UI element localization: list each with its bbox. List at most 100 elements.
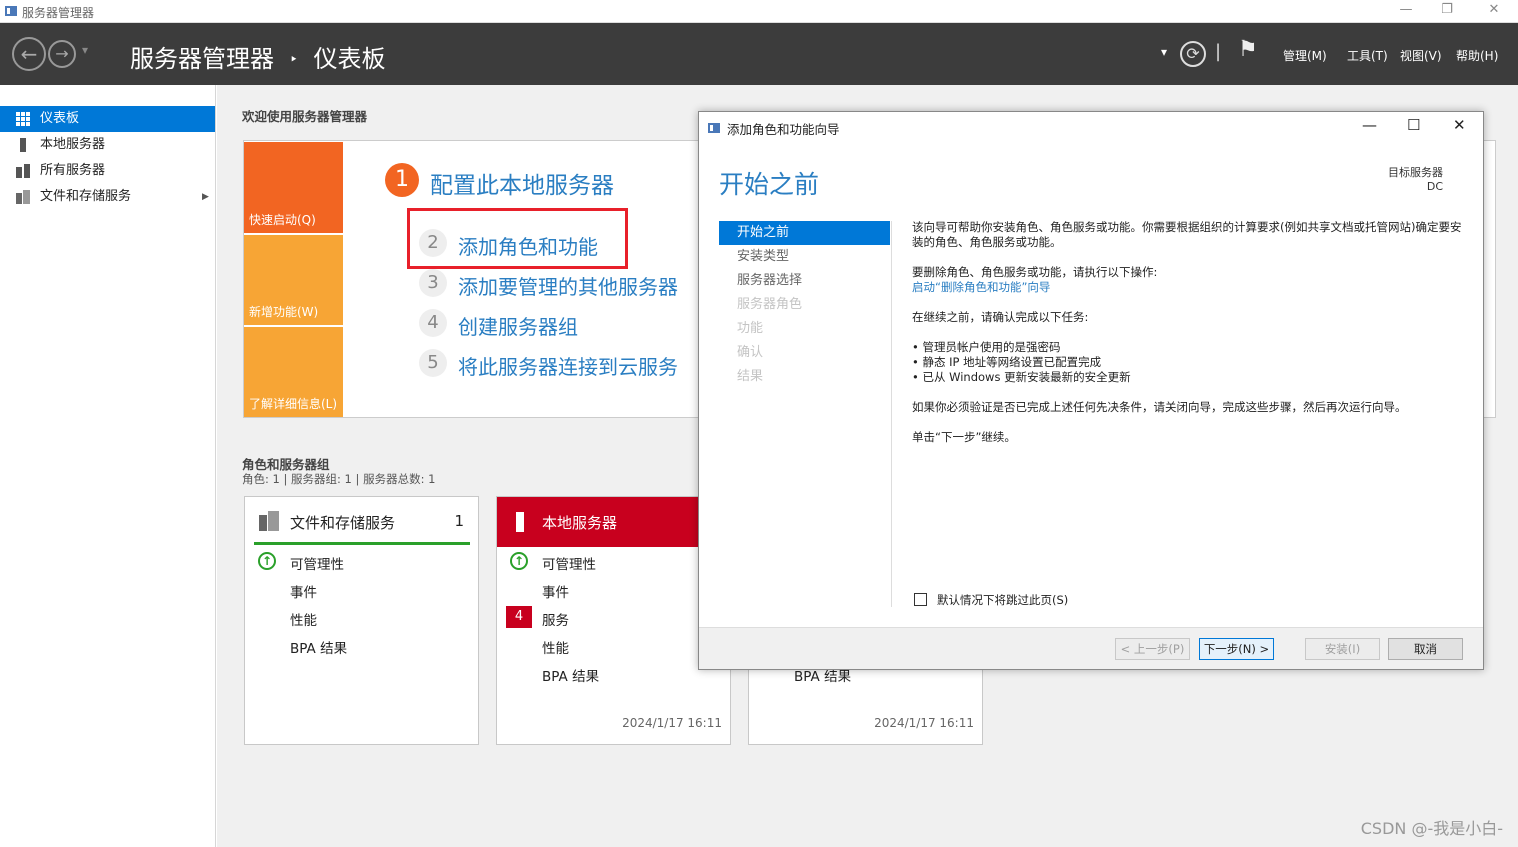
tile-row-performance[interactable]: 性能 — [542, 637, 569, 657]
flag-icon[interactable]: ⚑ — [1238, 37, 1258, 62]
sidebar-item-label: 本地服务器 — [40, 137, 106, 152]
menu-view[interactable]: 视图(V) — [1400, 47, 1442, 64]
skip-page-label[interactable]: 默认情况下将跳过此页(S) — [937, 592, 1068, 608]
breadcrumb-page: 仪表板 — [313, 45, 386, 73]
welcome-title: 欢迎使用服务器管理器 — [242, 109, 368, 124]
verify-text: 如果你必须验证是否已完成上述任何先决条件，请关闭向导，完成这些步骤，然后再次运行… — [912, 400, 1407, 414]
tile-row-performance[interactable]: 性能 — [290, 609, 317, 629]
tile-title: 本地服务器 — [542, 514, 618, 532]
file-storage-icon — [259, 511, 279, 531]
tile-row-bpa[interactable]: BPA 结果 — [542, 665, 599, 685]
file-storage-icon — [16, 190, 30, 204]
step-cloud-link[interactable]: 将此服务器连接到云服务 — [458, 351, 678, 380]
chevron-right-icon[interactable]: ▶ — [202, 184, 209, 210]
tile-local-server[interactable]: 本地服务器 ↑ 可管理性 事件 4 服务 性能 BPA 结果 2024/1/17… — [496, 496, 731, 745]
intro-text: 该向导可帮助你安装角色、角色服务或功能。你需要根据组织的计算要求(例如共享文档或… — [912, 220, 1462, 249]
next-button[interactable]: 下一步(N) > — [1199, 638, 1274, 660]
prereq-item: • 静态 IP 地址等网络设置已配置完成 — [912, 355, 1102, 369]
learn-more-tab[interactable]: 了解详细信息(L) — [244, 327, 343, 417]
sidebar-item-file-storage[interactable]: 文件和存储服务 ▶ — [0, 184, 215, 210]
tile-header[interactable]: 本地服务器 — [497, 497, 730, 547]
step-create-group-link[interactable]: 创建服务器组 — [458, 311, 578, 340]
wizard-nav-server-roles: 服务器角色 — [737, 297, 803, 312]
whats-new-tab[interactable]: 新增功能(W) — [244, 235, 343, 325]
continue-text: 单击“下一步”继续。 — [912, 430, 1016, 444]
header-separator: | — [1215, 41, 1222, 62]
server-icon — [20, 138, 26, 152]
previous-button[interactable]: < 上一步(P) — [1115, 638, 1190, 660]
minimize-button[interactable]: — — [1396, 2, 1416, 17]
wizard-icon — [708, 123, 720, 133]
step-1-number: 1 — [385, 163, 419, 197]
wizard-nav-installation-type[interactable]: 安装类型 — [719, 245, 890, 269]
back-button[interactable]: ← — [12, 37, 46, 71]
history-dropdown-icon[interactable]: ▾ — [82, 43, 88, 57]
remove-roles-link[interactable]: 启动“删除角色和功能”向导 — [912, 280, 1467, 295]
whats-new-label: 新增功能(W) — [249, 305, 319, 319]
forward-button[interactable]: → — [48, 40, 76, 68]
restore-button[interactable]: ❐ — [1437, 2, 1457, 17]
step-configure-link[interactable]: 配置此本地服务器 — [430, 166, 614, 200]
tile-row-events[interactable]: 事件 — [542, 581, 569, 601]
tile-timestamp: 2024/1/17 16:11 — [874, 716, 974, 730]
wizard-footer: < 上一步(P) 下一步(N) > 安装(I) 取消 — [699, 627, 1483, 669]
breadcrumb-root[interactable]: 服务器管理器 — [130, 45, 274, 73]
menu-help[interactable]: 帮助(H) — [1456, 47, 1498, 64]
menu-manage[interactable]: 管理(M) — [1283, 47, 1327, 64]
step-3-number: 3 — [419, 269, 447, 297]
tile-row-manageability[interactable]: 可管理性 — [542, 553, 596, 573]
breadcrumb-separator: ‣ — [289, 52, 298, 68]
wizard-nav-features: 功能 — [737, 321, 764, 336]
target-server-label: 目标服务器 — [1388, 166, 1443, 179]
tile-row-services[interactable]: 服务 — [542, 609, 569, 629]
prereq-item: • 管理员帐户使用的是强密码 — [912, 340, 1061, 354]
cancel-button[interactable]: 取消 — [1388, 638, 1463, 660]
dialog-title: 添加角色和功能向导 — [727, 122, 840, 137]
step-add-servers-link[interactable]: 添加要管理的其他服务器 — [458, 271, 678, 300]
dialog-minimize-button[interactable]: — — [1362, 116, 1377, 134]
sidebar-item-label: 仪表板 — [40, 111, 80, 126]
dashboard-icon — [16, 112, 30, 126]
quick-start-tab[interactable]: 快速启动(Q) — [244, 142, 343, 233]
sidebar-item-local-server[interactable]: 本地服务器 — [0, 132, 215, 158]
refresh-icon[interactable]: ⟳ — [1180, 41, 1206, 67]
add-roles-wizard-dialog: 添加角色和功能向导 — ☐ ✕ 开始之前 目标服务器 DC 开始之前 安装类型 … — [698, 111, 1484, 670]
menu-tools[interactable]: 工具(T) — [1347, 47, 1388, 64]
wizard-nav-server-selection[interactable]: 服务器选择 — [719, 269, 890, 293]
ok-arrow-icon: ↑ — [258, 552, 276, 570]
services-alert-badge: 4 — [506, 606, 532, 628]
step-2-number: 2 — [419, 229, 447, 257]
tile-row-bpa[interactable]: BPA 结果 — [290, 637, 347, 657]
server-icon — [516, 512, 524, 532]
tile-timestamp: 2024/1/17 16:11 — [622, 716, 722, 730]
sidebar-item-dashboard[interactable]: 仪表板 — [0, 106, 215, 132]
tile-header[interactable]: 文件和存储服务 1 — [245, 497, 478, 547]
tile-row-events[interactable]: 事件 — [290, 581, 317, 601]
ok-arrow-icon: ↑ — [510, 552, 528, 570]
tile-count: 1 — [454, 512, 464, 530]
dialog-maximize-button[interactable]: ☐ — [1407, 116, 1420, 134]
target-server: 目标服务器 DC — [1388, 166, 1443, 194]
skip-page-checkbox[interactable] — [914, 593, 927, 606]
install-button[interactable]: 安装(I) — [1305, 638, 1380, 660]
dialog-heading: 开始之前 — [719, 170, 820, 199]
wizard-nav-confirmation: 确认 — [737, 345, 764, 360]
tile-row-manageability[interactable]: 可管理性 — [290, 553, 344, 573]
tile-file-storage[interactable]: 文件和存储服务 1 ↑ 可管理性 事件 性能 BPA 结果 — [244, 496, 479, 745]
wizard-body: 该向导可帮助你安装角色、角色服务或功能。你需要根据组织的计算要求(例如共享文档或… — [912, 220, 1467, 460]
target-server-value: DC — [1426, 180, 1443, 193]
close-button[interactable]: ✕ — [1484, 2, 1504, 17]
step-add-roles-link[interactable]: 添加角色和功能 — [458, 231, 598, 260]
sidebar-item-label: 文件和存储服务 — [40, 189, 132, 204]
app-header: ← → ▾ 服务器管理器 ‣ 仪表板 ▾ ⟳ | ⚑ 管理(M) 工具(T) 视… — [0, 23, 1518, 85]
servers-icon — [16, 164, 30, 178]
notification-dropdown-icon[interactable]: ▾ — [1161, 45, 1167, 59]
watermark: CSDN @-我是小白- — [1360, 819, 1503, 838]
dialog-close-button[interactable]: ✕ — [1453, 116, 1466, 134]
window-titlebar: 服务器管理器 — ❐ ✕ — [0, 0, 1518, 23]
breadcrumb: 服务器管理器 ‣ 仪表板 — [130, 39, 386, 74]
learn-more-label: 了解详细信息(L) — [249, 397, 338, 411]
wizard-nav-before-you-begin[interactable]: 开始之前 — [719, 221, 890, 245]
sidebar-item-all-servers[interactable]: 所有服务器 — [0, 158, 215, 184]
prereq-item: • 已从 Windows 更新安装最新的安全更新 — [912, 370, 1131, 384]
